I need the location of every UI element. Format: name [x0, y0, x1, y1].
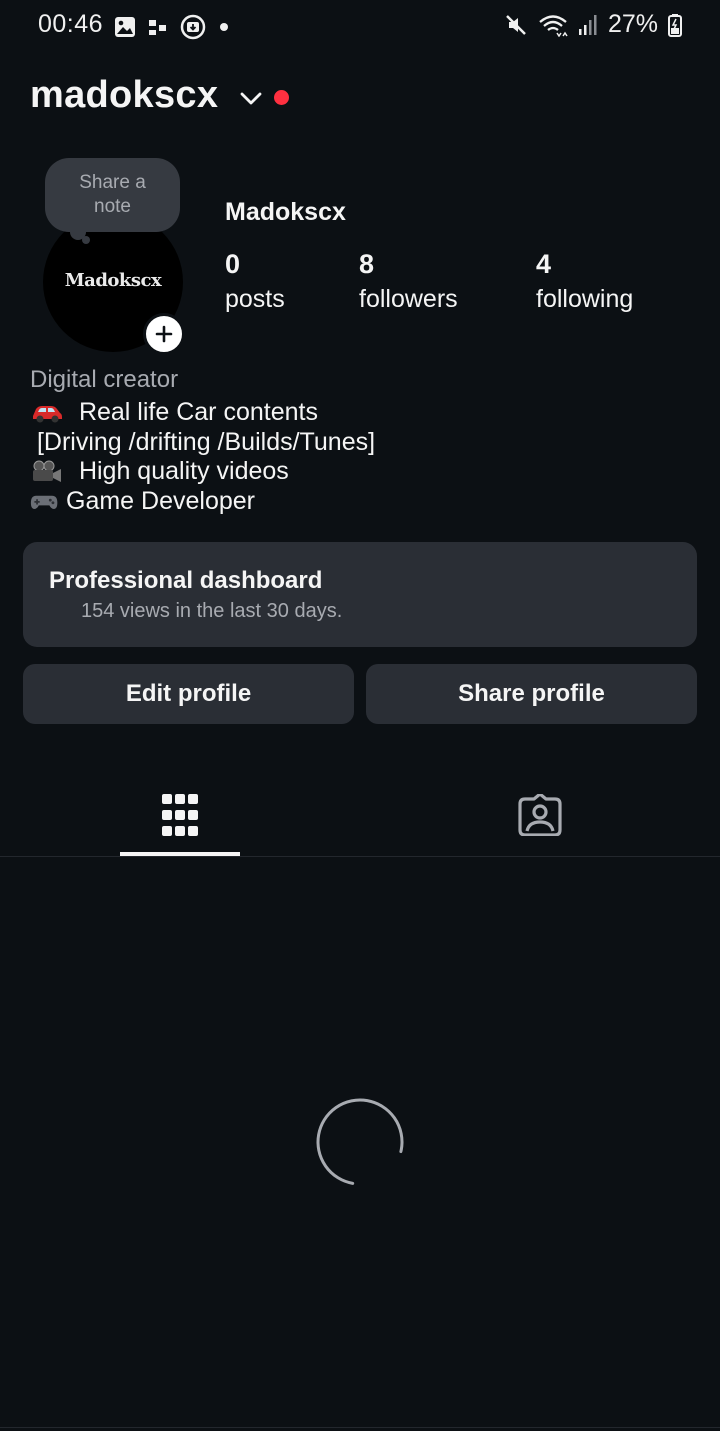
stat-following-value: 4	[536, 249, 552, 279]
plus-icon	[155, 325, 173, 343]
edit-profile-button[interactable]: Edit profile	[23, 664, 354, 724]
bio-line-text: Real life Car contents	[72, 398, 318, 426]
avatar-logo-text: Madokscx	[64, 270, 162, 291]
stat-posts-value: 0	[225, 249, 241, 279]
bio-line: Real life Car contents	[30, 398, 375, 428]
bio-line: Game Developer	[30, 487, 375, 517]
dashboard-subtitle: 154 views in the last 30 days.	[81, 600, 343, 622]
bio-text: Real life Car contents [Driving /driftin…	[30, 398, 375, 516]
tab-tagged[interactable]	[420, 775, 660, 855]
bio-line: [Driving /drifting /Builds/Tunes]	[30, 428, 375, 458]
stat-posts-label: posts	[225, 285, 285, 313]
status-notification-icons	[114, 14, 230, 40]
chevron-down-icon[interactable]	[238, 86, 264, 110]
stat-posts[interactable]: 0 posts	[225, 247, 285, 317]
camera-icon	[33, 460, 61, 482]
bio-line-text: High quality videos	[72, 457, 289, 485]
bio-line-text: [Driving /drifting /Builds/Tunes]	[30, 427, 376, 456]
notification-dot	[274, 90, 289, 105]
stat-followers[interactable]: 8 followers	[359, 247, 458, 317]
download-icon	[180, 14, 206, 40]
bio-line: High quality videos	[30, 457, 375, 487]
share-note-bubble[interactable]: Share a note	[45, 158, 180, 232]
account-username[interactable]: madokscx	[30, 74, 218, 117]
gamepad-icon	[30, 495, 58, 510]
tab-posts-grid[interactable]	[60, 775, 300, 855]
tagged-icon	[518, 794, 562, 836]
bio-category: Digital creator	[30, 366, 179, 393]
status-system-icons: 27%	[504, 10, 682, 39]
loading-spinner-icon	[316, 1098, 404, 1186]
image-icon	[115, 17, 135, 37]
wifi-icon	[539, 14, 568, 37]
stat-followers-value: 8	[359, 249, 375, 279]
mute-icon	[506, 14, 526, 35]
share-note-label: Share a note	[79, 172, 146, 217]
stat-following[interactable]: 4 following	[536, 247, 633, 317]
bottom-divider	[0, 1427, 720, 1428]
tab-selected-indicator	[120, 852, 240, 856]
note-bubble-tail-small	[82, 236, 90, 244]
display-name: Madokscx	[225, 198, 346, 226]
dashboard-title: Professional dashboard	[49, 567, 323, 594]
status-time: 00:46	[38, 10, 104, 38]
car-icon	[33, 405, 62, 423]
share-profile-button[interactable]: Share profile	[366, 664, 697, 724]
tab-divider	[0, 856, 720, 857]
professional-dashboard-card[interactable]: Professional dashboard 154 views in the …	[23, 542, 697, 647]
add-story-button[interactable]	[143, 313, 185, 355]
stat-followers-label: followers	[359, 285, 458, 313]
bio-line-text: Game Developer	[66, 486, 255, 515]
battery-icon	[668, 13, 682, 37]
dot-icon	[220, 23, 228, 31]
stat-following-label: following	[536, 285, 634, 313]
grid-icon	[162, 794, 198, 836]
dots-icon	[149, 20, 166, 35]
signal-icon	[578, 14, 597, 35]
battery-percent: 27%	[607, 10, 658, 38]
